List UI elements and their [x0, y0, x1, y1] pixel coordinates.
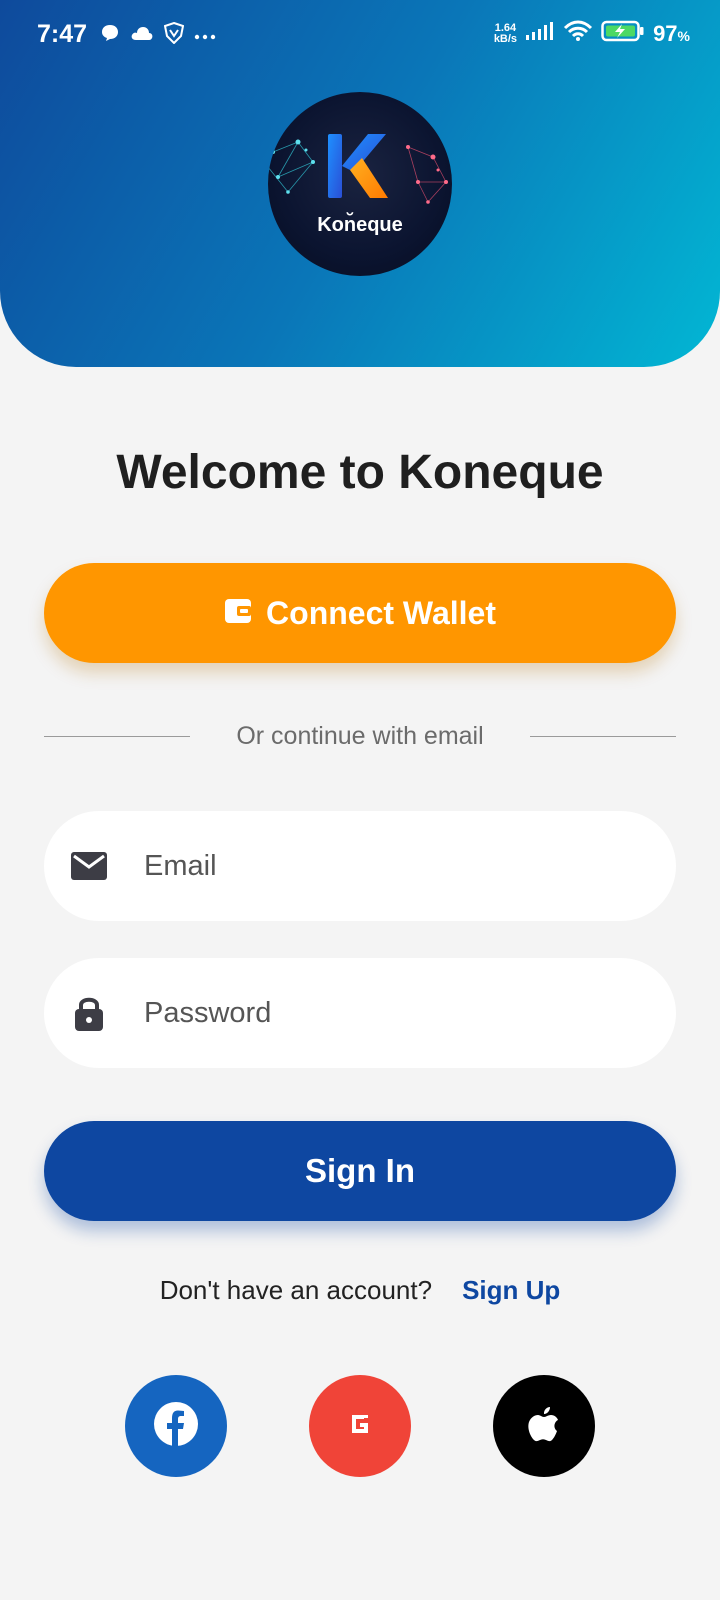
- header-banner: 7:47 1.64 kB/s 97% Kon̆eque: [0, 0, 720, 367]
- logo-wordmark: Kon̆eque: [317, 214, 403, 236]
- battery-percent: 97%: [653, 21, 690, 47]
- sign-up-link[interactable]: Sign Up: [462, 1275, 560, 1306]
- vpn-shield-icon: [163, 21, 185, 49]
- net-speed-unit: kB/s: [493, 32, 518, 45]
- signup-prompt: Don't have an account? Sign Up: [0, 1275, 720, 1306]
- status-time: 7:47: [37, 20, 88, 48]
- facebook-icon: [153, 1401, 199, 1452]
- more-dots-icon: [194, 27, 216, 45]
- apple-icon: [526, 1404, 562, 1449]
- signup-question: Don't have an account?: [159, 1275, 433, 1305]
- wifi-icon: [563, 20, 593, 47]
- battery-unit: %: [677, 27, 690, 44]
- divider-text: Or continue with email: [236, 721, 484, 750]
- net-speed-value: 1.64: [494, 21, 517, 34]
- net-speed: 1.64 kB/s: [493, 21, 518, 45]
- apple-login-button[interactable]: [493, 1375, 595, 1477]
- email-input[interactable]: [142, 848, 642, 884]
- battery-charging-icon: [601, 20, 645, 47]
- google-icon: [348, 1412, 372, 1441]
- divider-line-left: [44, 735, 190, 737]
- email-divider: Or continue with email: [44, 716, 676, 756]
- connect-wallet-label: Connect Wallet: [266, 594, 496, 631]
- sign-in-button[interactable]: Sign In: [44, 1121, 676, 1221]
- connect-wallet-button[interactable]: Connect Wallet: [44, 563, 676, 663]
- wallet-icon: [224, 595, 252, 632]
- password-field[interactable]: [44, 958, 676, 1068]
- google-login-button[interactable]: [309, 1375, 411, 1477]
- status-icons-left: [100, 21, 216, 49]
- chat-bubble-icon: [100, 23, 120, 48]
- divider-line-right: [530, 735, 676, 737]
- status-icons-right: 1.64 kB/s 97%: [494, 20, 690, 47]
- facebook-login-button[interactable]: [125, 1375, 227, 1477]
- cloud-icon: [130, 24, 154, 47]
- mail-icon: [44, 851, 132, 881]
- app-logo: Kon̆eque: [268, 92, 452, 276]
- email-field[interactable]: [44, 811, 676, 921]
- signal-icon: [525, 21, 555, 46]
- logo-graphic: [268, 134, 448, 276]
- password-input[interactable]: [142, 995, 642, 1031]
- lock-icon: [44, 994, 132, 1032]
- page-title: Welcome to Koneque: [116, 446, 604, 499]
- battery-value: 97: [653, 20, 678, 46]
